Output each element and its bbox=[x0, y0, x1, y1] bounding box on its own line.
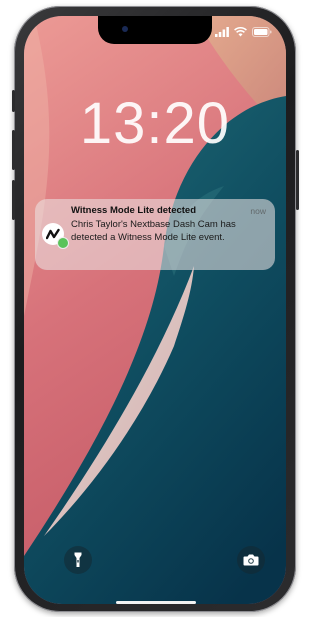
status-bar bbox=[215, 26, 272, 38]
flashlight-button[interactable] bbox=[64, 546, 92, 574]
flashlight-icon bbox=[74, 552, 82, 567]
front-camera bbox=[122, 26, 128, 32]
home-indicator[interactable] bbox=[116, 601, 196, 604]
volume-up-button bbox=[12, 130, 15, 170]
camera-icon bbox=[243, 554, 259, 566]
app-badge-icon bbox=[57, 237, 69, 249]
notch bbox=[98, 16, 212, 44]
silent-switch bbox=[12, 90, 15, 112]
notification-time: now bbox=[250, 206, 266, 216]
battery-icon bbox=[252, 27, 272, 37]
lock-time: 13:20 bbox=[79, 91, 231, 156]
wifi-icon bbox=[234, 27, 247, 37]
lock-screen: 13:20 Witness Mode Lite detected now Chr… bbox=[24, 16, 286, 604]
notification-title: Witness Mode Lite detected bbox=[71, 205, 197, 216]
volume-down-button bbox=[12, 180, 15, 220]
notification-body: Chris Taylor's Nextbase Dash Cam has det… bbox=[71, 219, 236, 243]
camera-button[interactable] bbox=[237, 546, 265, 574]
signal-icon bbox=[215, 27, 229, 37]
power-button bbox=[296, 150, 299, 210]
notification-card[interactable]: Witness Mode Lite detected now Chris Tay… bbox=[35, 199, 275, 270]
